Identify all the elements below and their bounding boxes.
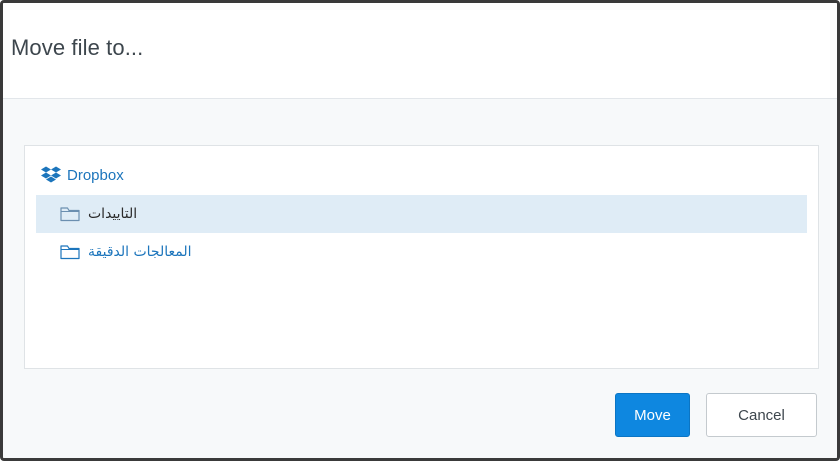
tree-root-label: Dropbox [67, 166, 124, 184]
tree-root-dropbox[interactable]: Dropbox [41, 165, 124, 185]
folder-icon [60, 245, 80, 260]
dialog-header: Move file to... [3, 3, 837, 99]
dropbox-icon [41, 166, 61, 183]
move-button[interactable]: Move [615, 393, 690, 437]
folder-tree[interactable]: Dropbox التاييدات المعالجات الدقيقة [24, 145, 819, 369]
tree-folder-label: التاييدات [88, 206, 138, 222]
tree-folder-item[interactable]: المعالجات الدقيقة [36, 233, 807, 271]
folder-icon [60, 207, 80, 222]
cancel-button[interactable]: Cancel [706, 393, 817, 437]
dialog-title: Move file to... [11, 35, 144, 60]
dialog-footer: Move Cancel [615, 393, 817, 437]
tree-folder-item[interactable]: التاييدات [36, 195, 807, 233]
move-file-dialog: Move file to... Dropbox التاييدات المعال… [0, 0, 840, 461]
dialog-body: Dropbox التاييدات المعالجات الدقيقة Move… [3, 99, 837, 458]
tree-folder-label: المعالجات الدقيقة [88, 244, 192, 260]
